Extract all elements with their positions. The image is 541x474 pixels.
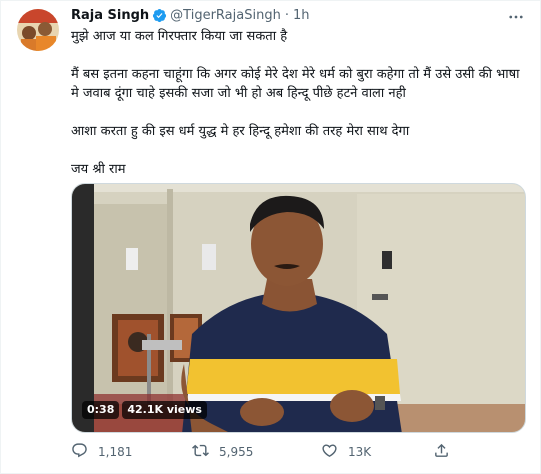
author-name[interactable]: Raja Singh [71,8,149,23]
reply-count: 1,181 [98,445,133,459]
share-button[interactable] [433,442,450,462]
avatar[interactable] [17,9,59,51]
tweet-paragraph-2: मैं बस इतना कहना चाहूंगा कि अगर कोई मेरे… [71,67,520,101]
separator-dot: · [284,8,289,23]
video-player[interactable]: 0:38 42.1K views [71,183,526,433]
like-button[interactable]: 13K [321,442,371,462]
video-views: 42.1K views [122,401,207,419]
tweet-timestamp[interactable]: 1h [293,8,310,23]
verified-badge-icon [152,8,167,23]
retweet-button[interactable]: 5,955 [192,442,253,462]
more-options-icon[interactable] [506,7,526,27]
like-count: 13K [348,445,372,459]
video-info: 0:38 42.1K views [82,401,207,419]
retweet-icon [192,442,209,462]
tweet-card[interactable]: Raja Singh @TigerRajaSingh · 1h मुझे आज … [0,0,541,474]
tweet-paragraph-3: आशा करता हु की इस धर्म युद्ध मे हर हिन्द… [71,124,410,139]
reply-button[interactable]: 1,181 [71,442,132,462]
retweet-count: 5,955 [219,445,254,459]
tweet-text: मुझे आज या कल गिरफ्तार किया जा सकता है म… [71,27,527,179]
tweet-line-1: मुझे आज या कल गिरफ्तार किया जा सकता है [71,29,288,44]
video-duration: 0:38 [82,401,120,419]
author-handle[interactable]: @TigerRajaSingh [170,8,281,23]
reply-icon [71,442,88,462]
tweet-header: Raja Singh @TigerRajaSingh · 1h [71,8,309,23]
video-frame [72,184,525,432]
heart-icon [321,442,338,462]
share-icon [433,442,450,462]
tweet-paragraph-4: जय श्री राम [71,162,126,177]
